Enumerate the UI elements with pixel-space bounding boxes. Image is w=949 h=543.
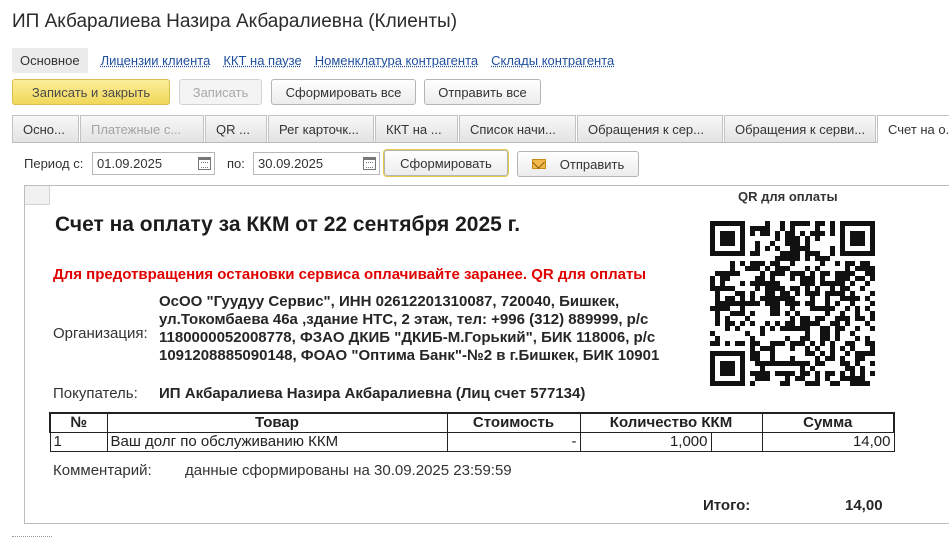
payment-warning: Для предотвращения остановки сервиса опл… [53, 266, 647, 283]
qr-code-icon [710, 221, 875, 386]
cell-qty: 1,000 [579, 431, 712, 452]
tab-main[interactable]: Осно... [12, 115, 79, 142]
section-nav: Основное Лицензии клиента ККТ на паузе Н… [12, 47, 614, 73]
date-to-field[interactable]: 30.09.2025 [253, 152, 380, 175]
organization-details: ОсОО "Гуудуу Сервис", ИНН 02612201310087… [159, 293, 704, 365]
cell-item: Ваш долг по обслуживанию ККМ [106, 431, 448, 452]
period-to-label: по: [227, 156, 245, 171]
tab-service-requests[interactable]: Обращения к сер... [577, 115, 723, 142]
nav-link-nomenclature[interactable]: Номенклатура контрагента [315, 53, 478, 68]
table-row: 1 Ваш долг по обслуживанию ККМ - 1,000 1… [49, 431, 895, 452]
col-price: Стоимость [446, 412, 581, 433]
report-corner [25, 186, 50, 205]
date-from-value: 01.09.2025 [97, 156, 163, 171]
org-line: ул.Токомбаева 46а ,здание НТС, 2 этаж, т… [159, 311, 649, 328]
cell-sum: 14,00 [761, 431, 895, 452]
tab-kkt[interactable]: ККТ на ... [375, 115, 458, 142]
org-line: ОсОО "Гуудуу Сервис", ИНН 02612201310087… [159, 293, 620, 310]
date-to-value: 30.09.2025 [258, 156, 324, 171]
tab-bar: Осно... Платежные с... QR ... Рег карточ… [12, 115, 949, 143]
qr-label: QR для оплаты [738, 189, 838, 204]
comment-label: Комментарий: [53, 462, 152, 479]
nav-link-warehouses[interactable]: Склады контрагента [491, 53, 614, 68]
cell-empty [710, 431, 763, 452]
send-button-label: Отправить [559, 156, 625, 172]
comment-value: данные сформированы на 30.09.2025 23:59:… [185, 462, 512, 479]
tab-charges-list[interactable]: Список начи... [459, 115, 576, 142]
tab-reg-card[interactable]: Рег карточк... [268, 115, 374, 142]
send-button[interactable]: Отправить [517, 151, 639, 177]
period-from-label: Период с: [24, 156, 84, 171]
save-and-close-button[interactable]: Записать и закрыть [12, 79, 170, 105]
tab-qr[interactable]: QR ... [205, 115, 267, 142]
total-value: 14,00 [845, 497, 883, 514]
col-num: № [49, 412, 108, 433]
cell-num: 1 [49, 431, 108, 452]
send-all-button[interactable]: Отправить все [424, 79, 541, 105]
invoice-title: Счет на оплату за ККМ от 22 сентября 202… [55, 213, 521, 236]
total-label: Итого: [703, 497, 751, 514]
tab-payments[interactable]: Платежные с... [80, 115, 204, 142]
tab-invoice[interactable]: Счет на о... [877, 115, 949, 143]
nav-link-kkt-pause[interactable]: ККТ на паузе [223, 53, 301, 68]
table-header-row: № Товар Стоимость Количество ККМ Сумма [49, 412, 895, 433]
window-title: ИП Акбаралиева Назира Акбаралиевна (Клие… [12, 11, 458, 32]
divider [12, 536, 52, 537]
col-qty: Количество ККМ [579, 412, 763, 433]
buyer-label: Покупатель: [53, 385, 138, 402]
buyer-name: ИП Акбаралиева Назира Акбаралиевна (Лиц … [159, 385, 586, 402]
generate-all-button[interactable]: Сформировать все [271, 79, 416, 105]
col-sum: Сумма [761, 412, 895, 433]
calendar-icon[interactable] [363, 157, 376, 170]
organization-label: Организация: [53, 325, 148, 342]
items-table: № Товар Стоимость Количество ККМ Сумма 1… [49, 412, 895, 452]
col-item: Товар [106, 412, 448, 433]
nav-main[interactable]: Основное [12, 47, 88, 73]
save-button[interactable]: Записать [179, 79, 262, 105]
org-line: 1180000052008778, ФЗАО ДКИБ "ДКИБ-М.Горь… [159, 329, 656, 346]
nav-link-licenses[interactable]: Лицензии клиента [101, 53, 211, 68]
invoice-report: QR для оплаты Счет на оплату за ККМ от 2… [24, 185, 949, 524]
org-line: 1091208885090148, ФОАО "Оптима Банк"-№2 … [159, 347, 660, 364]
tab-service-requests-2[interactable]: Обращения к серви... [724, 115, 876, 142]
date-from-field[interactable]: 01.09.2025 [92, 152, 215, 175]
generate-button[interactable]: Сформировать [384, 150, 508, 176]
cell-price: - [446, 431, 581, 452]
envelope-icon [531, 159, 546, 169]
calendar-icon[interactable] [198, 157, 211, 170]
